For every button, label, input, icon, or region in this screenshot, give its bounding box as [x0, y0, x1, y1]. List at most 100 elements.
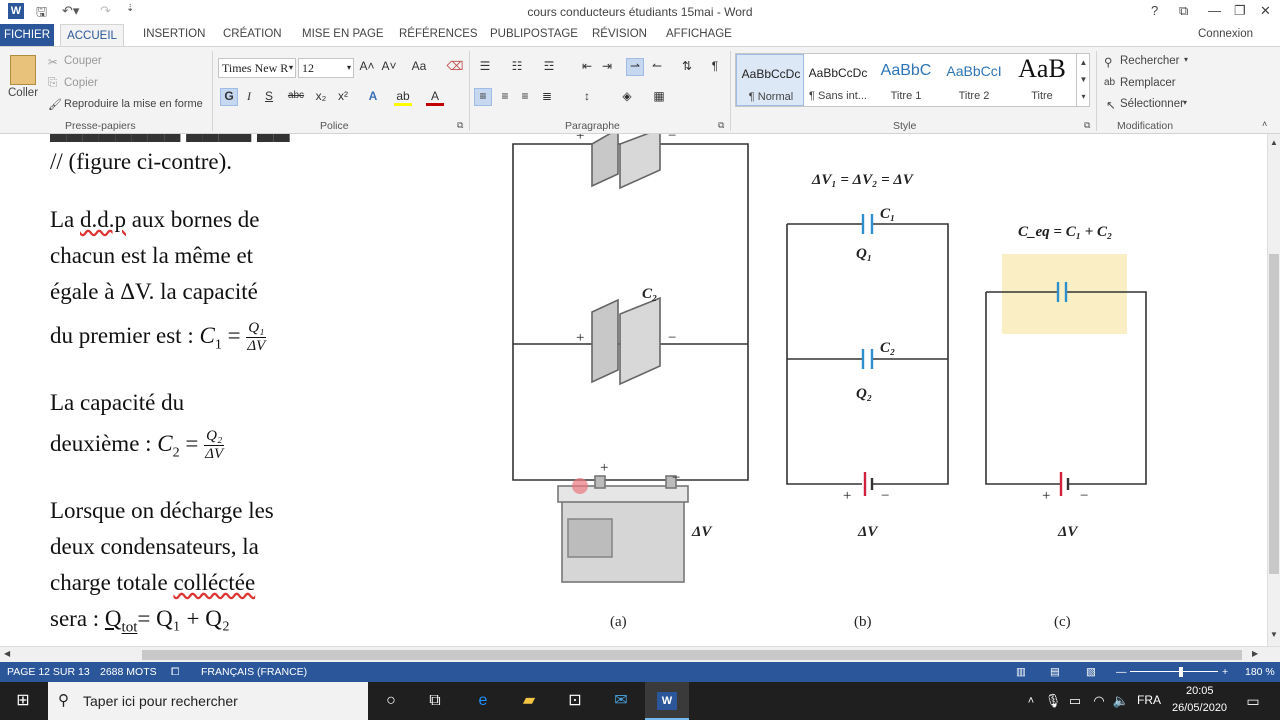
borders-icon[interactable]: ▦	[650, 89, 668, 103]
restore-button[interactable]: ❐	[1234, 3, 1246, 19]
bold-button[interactable]: G	[220, 88, 238, 106]
wifi-icon[interactable]: ◠	[1088, 691, 1110, 711]
proofing-icon[interactable]: ⧠	[171, 666, 179, 679]
increase-indent-icon[interactable]: ⇥	[598, 59, 616, 73]
chevron-down-icon[interactable]: ▾	[1184, 55, 1188, 64]
scroll-up-icon[interactable]: ▲	[1269, 138, 1279, 147]
tab-affichage[interactable]: AFFICHAGE	[666, 28, 732, 40]
chevron-up-icon[interactable]: ˄	[1020, 691, 1042, 711]
edge-icon[interactable]: e	[472, 691, 494, 711]
document-page[interactable]: ████████ ████ ██ // (figure ci-contre). …	[0, 134, 1267, 646]
scroll-right-icon[interactable]: ▶	[1252, 649, 1258, 658]
ltr-direction-icon[interactable]: ⇀	[626, 58, 644, 76]
change-case-button[interactable]: Aa	[406, 59, 432, 73]
input-language[interactable]: FRA	[1137, 693, 1161, 707]
collapse-ribbon-icon[interactable]: ˄	[1262, 119, 1267, 129]
underline-button[interactable]: S	[260, 89, 278, 103]
horizontal-scrollbar[interactable]: ◀ ▶	[0, 646, 1280, 662]
web-layout-icon[interactable]: ▧	[1086, 666, 1096, 678]
italic-button[interactable]: I	[240, 89, 258, 104]
close-button[interactable]: ✕	[1260, 3, 1271, 19]
font-dialog-launcher-icon[interactable]: ⧉	[457, 120, 463, 131]
line-spacing-icon[interactable]: ↕	[578, 89, 596, 103]
task-view-icon[interactable]: ⧉	[424, 691, 446, 711]
tab-creation[interactable]: CRÉATION	[223, 28, 282, 40]
scroll-thumb[interactable]	[1269, 254, 1279, 574]
clock-time[interactable]: 20:05	[1186, 685, 1214, 697]
volume-icon[interactable]: 🔈	[1110, 691, 1132, 711]
decrease-indent-icon[interactable]: ⇤	[578, 59, 596, 73]
style-titre-1[interactable]: AaBbC Titre 1	[872, 54, 940, 106]
notifications-icon[interactable]: ▭	[1242, 691, 1264, 711]
vertical-scrollbar[interactable]: ▲ ▼	[1267, 134, 1280, 646]
scissors-icon[interactable]: ✂	[48, 55, 58, 69]
zoom-out-button[interactable]: —	[1116, 666, 1127, 678]
sort-icon[interactable]: ⇅	[678, 59, 696, 73]
style-titre-2[interactable]: AaBbCcI Titre 2	[940, 54, 1008, 106]
tab-accueil[interactable]: ACCUEIL	[60, 24, 124, 47]
paste-icon[interactable]	[10, 55, 36, 85]
print-layout-icon[interactable]: ▤	[1050, 666, 1060, 678]
scroll-left-icon[interactable]: ◀	[4, 649, 10, 658]
strikethrough-button[interactable]: abc	[284, 90, 308, 101]
shrink-font-button[interactable]: A˅	[380, 59, 398, 73]
zoom-in-button[interactable]: +	[1222, 666, 1228, 678]
clear-format-icon[interactable]: ⌫	[446, 59, 464, 73]
format-painter-button[interactable]: Reproduire la mise en forme	[64, 98, 203, 110]
cut-button[interactable]: Couper	[64, 55, 102, 67]
text-effects-button[interactable]: A	[364, 89, 382, 103]
select-button[interactable]: Sélectionner	[1120, 98, 1184, 110]
style-titre[interactable]: AaB Titre	[1008, 54, 1076, 106]
zoom-slider-thumb[interactable]	[1179, 667, 1183, 677]
multilevel-list-icon[interactable]: ☲	[540, 59, 558, 73]
zoom-slider[interactable]	[1130, 671, 1218, 672]
style-normal[interactable]: AaBbCcDc ¶ Normal	[736, 54, 804, 106]
paintbrush-icon[interactable]: 🖌	[48, 98, 62, 111]
minimize-button[interactable]: —	[1208, 3, 1221, 18]
page-count[interactable]: PAGE 12 SUR 13	[7, 666, 90, 678]
zoom-level[interactable]: 180 %	[1245, 666, 1275, 678]
replace-button[interactable]: Remplacer	[1120, 77, 1176, 89]
replace-icon[interactable]: ab	[1104, 77, 1115, 88]
superscript-button[interactable]: x²	[334, 89, 352, 103]
shading-icon[interactable]: ◈	[618, 89, 636, 103]
paragraph-dialog-launcher-icon[interactable]: ⧉	[718, 120, 724, 131]
file-explorer-icon[interactable]: ▰	[518, 691, 540, 711]
word-count[interactable]: 2688 MOTS	[100, 666, 157, 678]
align-center-icon[interactable]: ≡	[496, 89, 514, 103]
taskbar-search[interactable]: ⚲ Taper ici pour rechercher	[48, 682, 368, 720]
highlight-button[interactable]: ab	[394, 89, 412, 106]
font-family-select[interactable]: Times New R ▾	[218, 58, 296, 78]
battery-tray-icon[interactable]: ▭	[1064, 691, 1086, 711]
tab-insertion[interactable]: INSERTION	[143, 28, 205, 40]
styles-dialog-launcher-icon[interactable]: ⧉	[1084, 120, 1090, 131]
justify-icon[interactable]: ≣	[538, 89, 556, 103]
copy-icon[interactable]: ⎘	[48, 77, 57, 90]
microphone-icon[interactable]: 🎙	[1042, 691, 1064, 711]
word-taskbar-button[interactable]: W	[645, 682, 689, 720]
show-marks-button[interactable]: ¶	[706, 59, 724, 73]
paste-button[interactable]: Coller	[8, 87, 38, 99]
tab-references[interactable]: RÉFÉRENCES	[399, 28, 478, 40]
ribbon-display-icon[interactable]: ⧉	[1179, 3, 1188, 19]
store-icon[interactable]: ⊡	[564, 691, 586, 711]
scroll-thumb[interactable]	[142, 650, 1242, 660]
chevron-down-icon[interactable]: ▾	[1183, 98, 1187, 107]
align-right-icon[interactable]: ≡	[516, 89, 534, 103]
font-color-button[interactable]: A	[426, 89, 444, 106]
subscript-button[interactable]: x₂	[312, 89, 330, 103]
grow-font-button[interactable]: A˄	[358, 59, 376, 73]
signin-link[interactable]: Connexion	[1198, 28, 1253, 40]
numbering-icon[interactable]: ☷	[508, 59, 526, 73]
style-sans-interligne[interactable]: AaBbCcDc ¶ Sans int...	[804, 54, 872, 106]
font-size-select[interactable]: 12 ▾	[298, 58, 354, 78]
tab-publipostage[interactable]: PUBLIPOSTAGE	[490, 28, 578, 40]
help-icon[interactable]: ?	[1151, 3, 1158, 18]
tab-mise-en-page[interactable]: MISE EN PAGE	[302, 28, 384, 40]
copy-button[interactable]: Copier	[64, 77, 98, 89]
scroll-down-icon[interactable]: ▼	[1269, 630, 1279, 639]
clock-date[interactable]: 26/05/2020	[1172, 702, 1227, 714]
tab-fichier[interactable]: FICHIER	[0, 24, 54, 46]
tab-revision[interactable]: RÉVISION	[592, 28, 647, 40]
binoculars-icon[interactable]: ⚲	[1104, 55, 1112, 69]
